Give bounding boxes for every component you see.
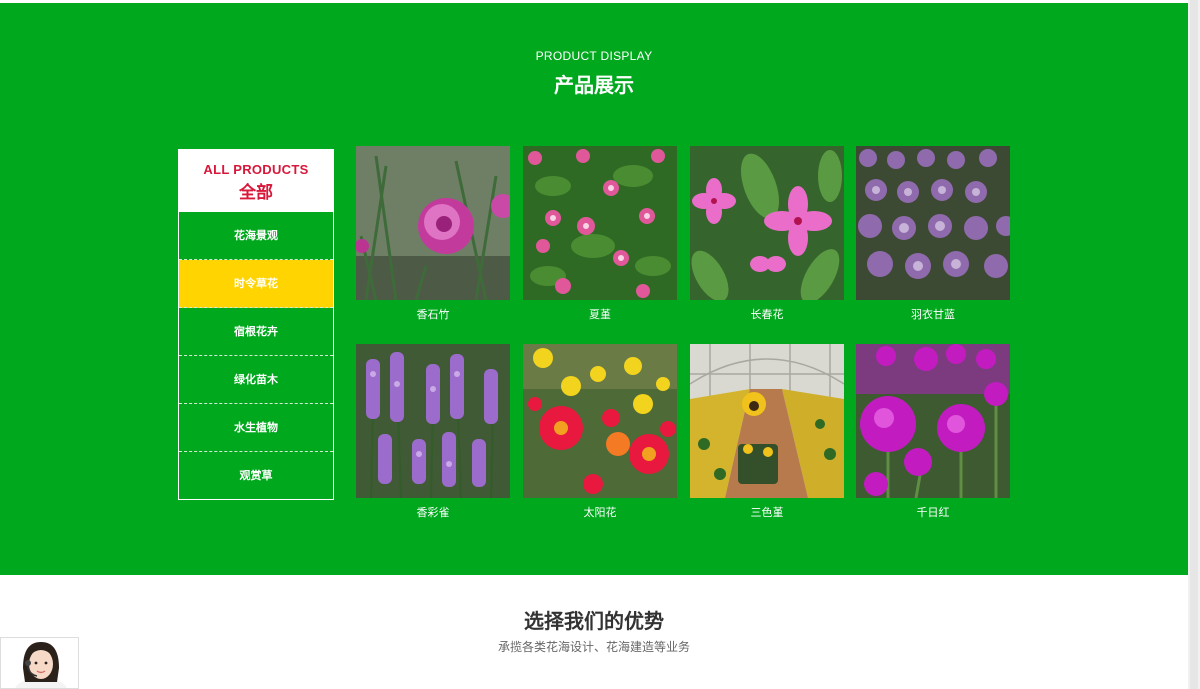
product-photo-angelonia[interactable] xyxy=(356,344,510,498)
category-all-en: ALL PRODUCTS xyxy=(203,162,309,177)
product-name[interactable]: 香石竹 xyxy=(356,306,510,322)
product-card[interactable]: 千日红 xyxy=(856,344,1010,520)
product-display-section: PRODUCT DISPLAY 产品展示 ALL PRODUCTS 全部 花海景… xyxy=(0,3,1188,575)
category-item-seasonal-flowers[interactable]: 时令草花 xyxy=(179,260,333,308)
product-name[interactable]: 香彩雀 xyxy=(356,504,510,520)
product-photo-carnation[interactable] xyxy=(356,146,510,300)
advantages-subtitle: 承揽各类花海设计、花海建造等业务 xyxy=(497,640,690,654)
product-card[interactable]: 长春花 xyxy=(690,146,844,322)
product-name[interactable]: 长春花 xyxy=(690,306,844,322)
product-name[interactable]: 夏堇 xyxy=(523,306,677,322)
product-card[interactable]: 太阳花 xyxy=(523,344,677,520)
product-card[interactable]: 香彩雀 xyxy=(356,344,510,520)
product-photo-portulaca[interactable] xyxy=(523,344,677,498)
category-item-perennials[interactable]: 宿根花卉 xyxy=(179,308,333,356)
product-card[interactable]: 三色堇 xyxy=(690,344,844,520)
product-name[interactable]: 三色堇 xyxy=(690,504,844,520)
category-item-nursery-stock[interactable]: 绿化苗木 xyxy=(179,356,333,404)
product-photo-globe-amaranth[interactable] xyxy=(856,344,1010,498)
product-card[interactable]: 羽衣甘蓝 xyxy=(856,146,1010,322)
scrollbar-thumb[interactable] xyxy=(1190,0,1198,689)
product-name[interactable]: 太阳花 xyxy=(523,504,677,520)
category-item-ornamental-grass[interactable]: 观赏草 xyxy=(179,452,333,500)
customer-service-avatar[interactable] xyxy=(0,637,79,689)
section-title-cn: 产品展示 xyxy=(554,73,634,97)
product-name[interactable]: 羽衣甘蓝 xyxy=(856,306,1010,322)
advantages-title: 选择我们的优势 xyxy=(524,609,664,633)
product-name[interactable]: 千日红 xyxy=(856,504,1010,520)
category-menu: ALL PRODUCTS 全部 花海景观 时令草花 宿根花卉 绿化苗木 水生植物… xyxy=(178,149,334,500)
product-card[interactable]: 香石竹 xyxy=(356,146,510,322)
product-photo-ornamental-kale[interactable] xyxy=(856,146,1010,300)
section-title-en: PRODUCT DISPLAY xyxy=(535,49,653,63)
scrollbar[interactable] xyxy=(1188,0,1200,689)
category-all[interactable]: ALL PRODUCTS 全部 xyxy=(179,150,333,212)
product-photo-periwinkle[interactable] xyxy=(690,146,844,300)
page: PRODUCT DISPLAY 产品展示 ALL PRODUCTS 全部 花海景… xyxy=(0,0,1200,689)
product-photo-torenia[interactable] xyxy=(523,146,677,300)
category-item-flower-sea[interactable]: 花海景观 xyxy=(179,212,333,260)
category-item-aquatic-plants[interactable]: 水生植物 xyxy=(179,404,333,452)
product-photo-pansy[interactable] xyxy=(690,344,844,498)
category-all-cn: 全部 xyxy=(239,183,273,203)
product-card[interactable]: 夏堇 xyxy=(523,146,677,322)
